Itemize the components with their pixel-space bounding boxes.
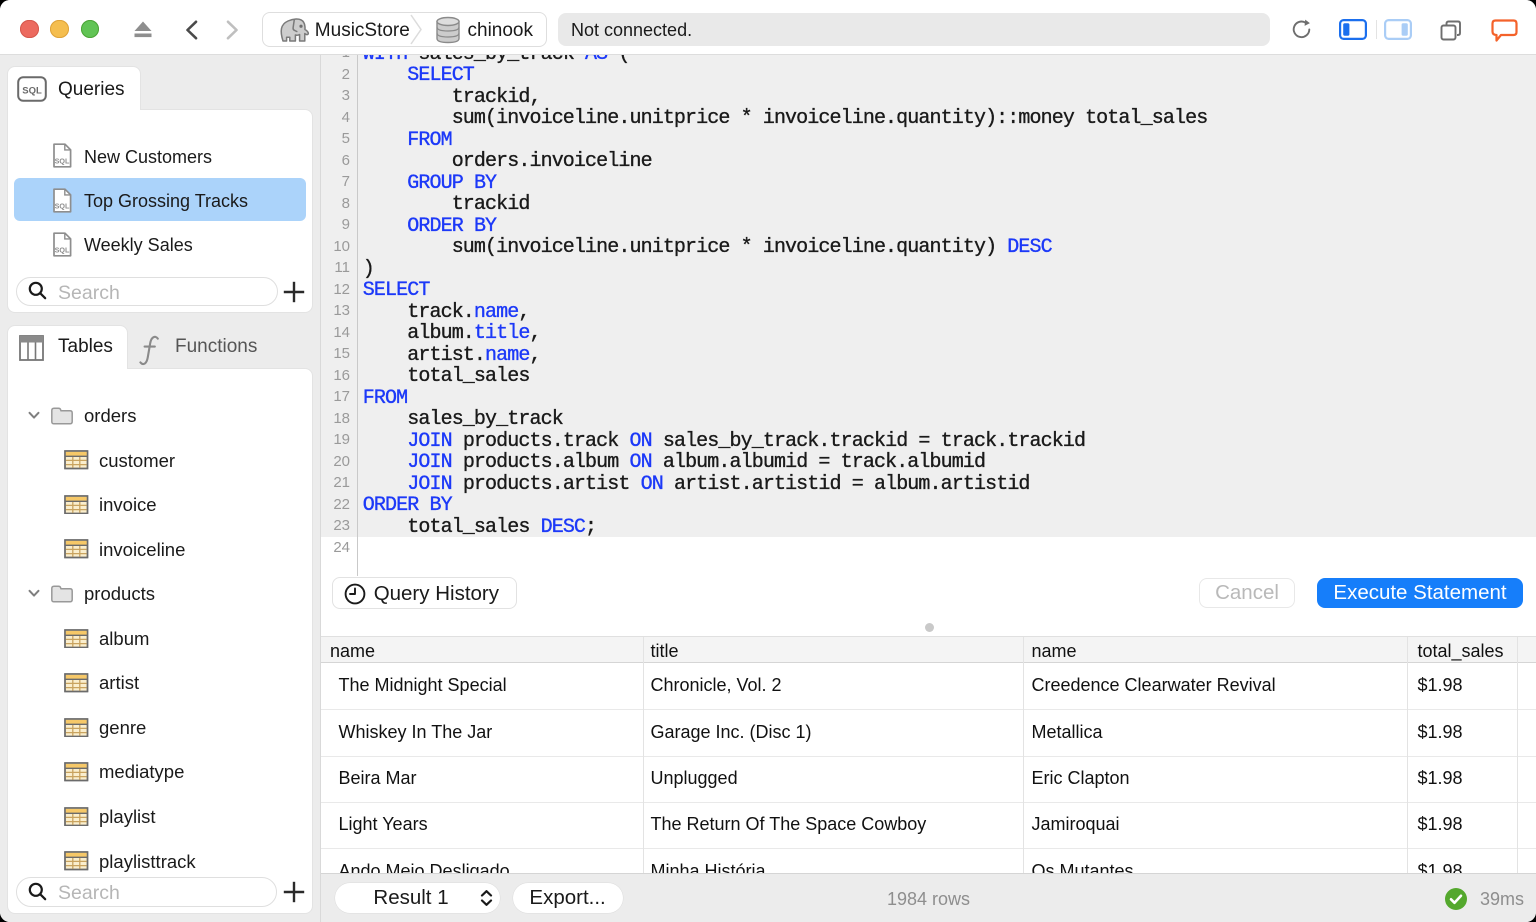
svg-text:SQL: SQL	[22, 86, 42, 97]
svg-text:SQL: SQL	[55, 157, 70, 166]
svg-text:SQL: SQL	[55, 245, 70, 254]
svg-text:SQL: SQL	[55, 201, 70, 210]
